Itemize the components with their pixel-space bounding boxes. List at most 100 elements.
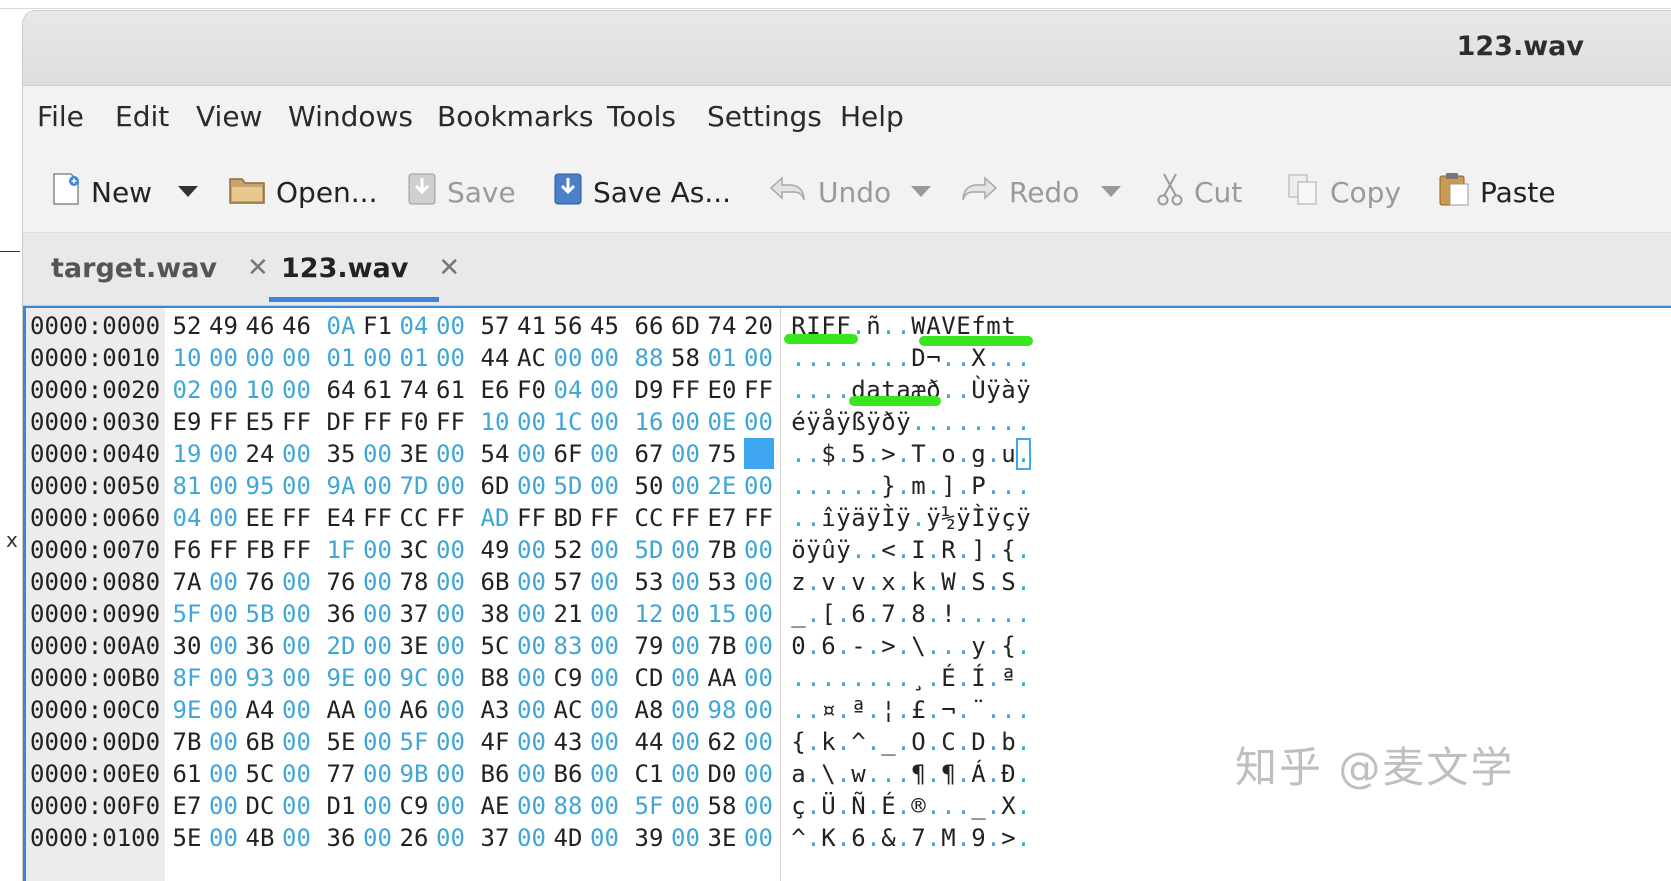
ascii-char[interactable]: .: [806, 822, 821, 854]
ascii-char[interactable]: .: [986, 790, 1001, 822]
undo-dropdown-arrow[interactable]: [911, 186, 931, 197]
hex-byte[interactable]: 00: [209, 662, 239, 694]
hex-byte[interactable]: 00: [209, 758, 239, 790]
ascii-char[interactable]: z: [791, 566, 806, 598]
menu-file[interactable]: File: [37, 100, 84, 133]
ascii-char[interactable]: .: [986, 726, 1001, 758]
hex-byte[interactable]: 00: [590, 342, 620, 374]
hex-byte[interactable]: 7B: [172, 726, 202, 758]
hex-byte[interactable]: 7B: [707, 630, 737, 662]
ascii-char[interactable]: .: [836, 694, 851, 726]
hex-byte[interactable]: 00: [282, 630, 312, 662]
ascii-char[interactable]: .: [806, 502, 821, 534]
hex-byte[interactable]: FF: [436, 502, 466, 534]
ascii-char[interactable]: .: [1016, 662, 1031, 694]
ascii-char[interactable]: M: [941, 822, 956, 854]
ascii-char[interactable]: ÿ: [866, 502, 881, 534]
ascii-char[interactable]: C: [941, 726, 956, 758]
hex-byte[interactable]: 19: [172, 438, 202, 470]
ascii-char[interactable]: ÿ: [836, 534, 851, 566]
ascii-char[interactable]: ç: [1001, 502, 1016, 534]
hex-byte[interactable]: 00: [282, 758, 312, 790]
hex-byte[interactable]: 00: [744, 342, 774, 374]
ascii-char[interactable]: .: [941, 630, 956, 662]
ascii-char[interactable]: .: [1016, 630, 1031, 662]
ascii-char[interactable]: .: [926, 726, 941, 758]
hex-byte[interactable]: E9: [172, 406, 202, 438]
hex-byte[interactable]: 00: [436, 342, 466, 374]
ascii-char[interactable]: .: [956, 758, 971, 790]
hex-byte[interactable]: 4F: [480, 726, 510, 758]
ascii-char[interactable]: ñ: [866, 310, 881, 342]
ascii-char[interactable]: {: [1001, 534, 1016, 566]
hex-byte[interactable]: 9C: [399, 662, 429, 694]
hex-byte[interactable]: 00: [671, 822, 701, 854]
ascii-char[interactable]: .: [1016, 726, 1031, 758]
hex-byte[interactable]: 00: [517, 662, 547, 694]
ascii-char[interactable]: ¨: [971, 694, 986, 726]
hex-byte[interactable]: E7: [172, 790, 202, 822]
ascii-char[interactable]: ¦: [881, 694, 896, 726]
hex-byte[interactable]: 00: [517, 694, 547, 726]
hex-byte[interactable]: 00: [590, 662, 620, 694]
ascii-char[interactable]: S: [1001, 566, 1016, 598]
hex-byte[interactable]: 4B: [245, 822, 275, 854]
hex-byte[interactable]: 37: [399, 598, 429, 630]
hex-byte[interactable]: 00: [671, 790, 701, 822]
hex-byte[interactable]: 00: [209, 598, 239, 630]
ascii-char[interactable]: .: [866, 438, 881, 470]
ascii-char[interactable]: {: [1001, 630, 1016, 662]
ascii-char[interactable]: .: [971, 406, 986, 438]
ascii-char[interactable]: .: [941, 406, 956, 438]
hex-byte[interactable]: 93: [245, 662, 275, 694]
hex-byte[interactable]: FF: [209, 406, 239, 438]
menu-view[interactable]: View: [196, 100, 262, 133]
ascii-char[interactable]: .: [956, 726, 971, 758]
hex-byte[interactable]: 00: [436, 726, 466, 758]
hex-byte[interactable]: B8: [480, 662, 510, 694]
ascii-char[interactable]: 8: [911, 598, 926, 630]
hex-byte[interactable]: 1F: [326, 534, 356, 566]
hex-byte[interactable]: 5F: [634, 790, 664, 822]
hex-byte[interactable]: 00: [590, 630, 620, 662]
hex-byte[interactable]: 12: [634, 598, 664, 630]
ascii-char[interactable]: Á: [971, 758, 986, 790]
hex-byte[interactable]: 00: [517, 406, 547, 438]
ascii-char[interactable]: .: [986, 342, 1001, 374]
hex-byte[interactable]: 39: [634, 822, 664, 854]
ascii-char[interactable]: Ì: [881, 502, 896, 534]
ascii-char[interactable]: é: [791, 406, 806, 438]
hex-byte[interactable]: 00: [209, 566, 239, 598]
hex-byte[interactable]: 00: [590, 726, 620, 758]
ascii-char[interactable]: .: [926, 566, 941, 598]
ascii-char[interactable]: .: [986, 758, 1001, 790]
hex-byte[interactable]: 00: [744, 598, 774, 630]
ascii-char[interactable]: .: [1016, 534, 1031, 566]
save-as-button[interactable]: Save As...: [553, 152, 731, 232]
hex-byte[interactable]: 5D: [634, 534, 664, 566]
hex-byte[interactable]: AC: [517, 342, 547, 374]
hex-byte[interactable]: 26: [399, 822, 429, 854]
ascii-char[interactable]: P: [971, 470, 986, 502]
ascii-char[interactable]: >: [881, 438, 896, 470]
hex-byte[interactable]: 00: [744, 566, 774, 598]
hex-byte[interactable]: 50: [634, 470, 664, 502]
ascii-char[interactable]: .: [1016, 822, 1031, 854]
hex-byte[interactable]: 00: [436, 566, 466, 598]
hex-byte[interactable]: 75: [707, 438, 737, 470]
ascii-char[interactable]: .: [866, 726, 881, 758]
hex-byte[interactable]: 66: [634, 310, 664, 342]
ascii-char[interactable]: .: [956, 566, 971, 598]
hex-byte[interactable]: 00: [436, 630, 466, 662]
ascii-char[interactable]: .: [1016, 758, 1031, 790]
hex-byte[interactable]: FF: [744, 502, 774, 534]
hex-byte[interactable]: 5C: [245, 758, 275, 790]
hex-byte[interactable]: 6F: [553, 438, 583, 470]
hex-byte[interactable]: D0: [707, 758, 737, 790]
ascii-char[interactable]: .: [866, 598, 881, 630]
ascii-char[interactable]: ÿ: [896, 502, 911, 534]
ascii-char[interactable]: .: [806, 598, 821, 630]
ascii-char[interactable]: ÿ: [986, 374, 1001, 406]
ascii-char[interactable]: ÿ: [836, 502, 851, 534]
ascii-char[interactable]: .: [896, 662, 911, 694]
